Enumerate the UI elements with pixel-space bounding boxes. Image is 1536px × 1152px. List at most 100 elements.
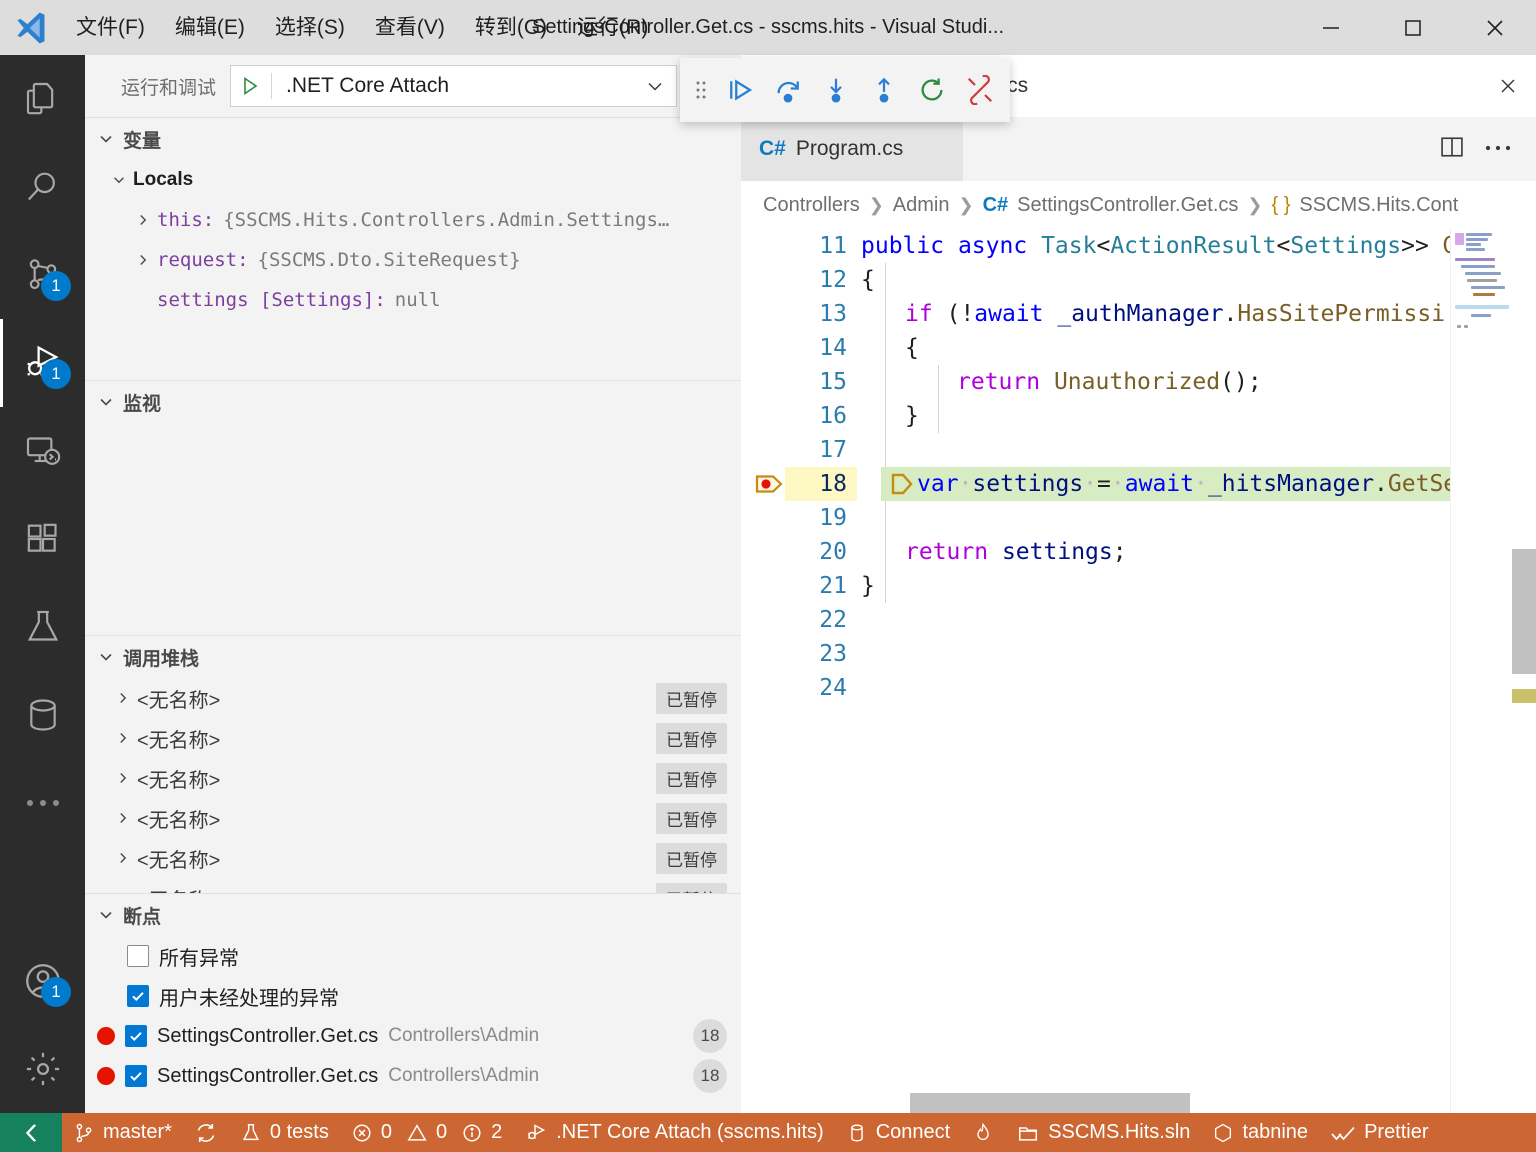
code-line[interactable]: 19 — [741, 501, 1536, 535]
breadcrumb-item-admin[interactable]: Admin — [893, 194, 950, 217]
variable-row-request[interactable]: request: {SSCMS.Dto.SiteRequest} — [85, 240, 741, 280]
statusbar-solution[interactable]: SSCMS.Hits.sln — [1005, 1113, 1201, 1152]
chevron-right-icon[interactable] — [109, 850, 137, 866]
start-debug-icon[interactable] — [237, 75, 263, 97]
variables-scope-locals[interactable]: Locals — [85, 160, 741, 200]
drag-handle-icon[interactable] — [688, 77, 714, 103]
code-line[interactable]: 12 { — [741, 263, 1536, 297]
menu-run[interactable]: 运行(R) — [563, 11, 662, 44]
editor-tabs-secondary[interactable]: C# Program.cs — [741, 117, 1536, 181]
callstack-row[interactable]: <无名称> 已暂停 — [85, 838, 741, 878]
status-bar[interactable]: master* 0 tests 0 0 2 — [0, 1113, 1536, 1152]
callstack-row[interactable]: <无名称> 已暂停 — [85, 718, 741, 758]
statusbar-tests[interactable]: 0 tests — [229, 1113, 340, 1152]
watch-list[interactable] — [85, 423, 741, 635]
activitybar-extensions[interactable] — [0, 495, 85, 583]
editor-tab-actions[interactable] — [1438, 117, 1526, 181]
chevron-right-icon[interactable] — [109, 810, 137, 826]
activitybar-search[interactable] — [0, 143, 85, 231]
chevron-right-icon[interactable] — [129, 252, 157, 268]
activitybar-manage-gear[interactable] — [0, 1025, 85, 1113]
activitybar-account[interactable]: 1 — [0, 937, 85, 1025]
callstack-row[interactable]: <无名称> 已暂停 — [85, 878, 741, 893]
breadcrumb-item-namespace[interactable]: SSCMS.Hits.Cont — [1299, 194, 1458, 217]
activitybar-explorer[interactable] — [0, 55, 85, 143]
menu-file[interactable]: 文件(F) — [62, 11, 159, 44]
menu-go[interactable]: 转到(G) — [461, 11, 561, 44]
statusbar-debug-session[interactable]: .NET Core Attach (sscms.hits) — [513, 1113, 834, 1152]
chevron-right-icon[interactable] — [109, 890, 137, 893]
step-over-button[interactable] — [766, 66, 810, 114]
close-button[interactable] — [1454, 0, 1536, 55]
activitybar-more-actions[interactable] — [0, 759, 85, 847]
more-actions-icon[interactable] — [1484, 140, 1512, 158]
activitybar-source-control[interactable]: 1 — [0, 231, 85, 319]
chevron-right-icon[interactable] — [109, 690, 137, 706]
chevron-right-icon[interactable] — [129, 212, 157, 228]
statusbar-tabnine[interactable]: tabnine — [1201, 1113, 1319, 1152]
code-line[interactable]: 17 — [741, 433, 1536, 467]
menu-edit[interactable]: 编辑(E) — [161, 11, 259, 44]
tab-close-icon[interactable] — [1470, 74, 1520, 98]
activitybar-testing[interactable] — [0, 583, 85, 671]
chevron-down-icon[interactable] — [640, 75, 670, 97]
statusbar-connect[interactable]: Connect — [835, 1113, 962, 1152]
breadcrumb[interactable]: Controllers ❯ Admin ❯ C# SettingsControl… — [741, 181, 1536, 229]
step-into-button[interactable] — [814, 66, 858, 114]
debug-toolbar[interactable] — [680, 58, 1010, 122]
code-editor[interactable]: 11 public async Task<ActionResult<Settin… — [741, 229, 1536, 1113]
code-line[interactable]: 13 if (!await _authManager.HasSitePermis… — [741, 297, 1536, 331]
variables-tree[interactable]: Locals this: {SSCMS.Hits.Controllers.Adm… — [85, 160, 741, 380]
launch-config-select[interactable]: .NET Core Attach — [230, 65, 677, 107]
breakpoint-row-user-unhandled[interactable]: 用户未经处理的异常 — [85, 976, 741, 1016]
breakpoint-checkbox[interactable] — [125, 1025, 147, 1047]
breadcrumb-item-file[interactable]: SettingsController.Get.cs — [1017, 194, 1238, 217]
code-line[interactable]: 16 } — [741, 399, 1536, 433]
code-line[interactable]: 24 — [741, 671, 1536, 705]
breakpoint-checkbox[interactable] — [127, 985, 149, 1007]
maximize-button[interactable] — [1372, 0, 1454, 55]
breakpoints-list[interactable]: 所有异常 用户未经处理的异常 SettingsController.Get.cs… — [85, 936, 741, 1113]
breakpoints-pane-header[interactable]: 断点 — [85, 894, 741, 936]
minimap[interactable] — [1450, 229, 1512, 1113]
callstack-list[interactable]: <无名称> 已暂停 <无名称> 已暂停 <无名称> 已暂停 <无名称> 已暂停 — [85, 678, 741, 893]
variable-row-settings[interactable]: settings [Settings]: null — [85, 280, 741, 320]
menu-bar[interactable]: 文件(F) 编辑(E) 选择(S) 查看(V) 转到(G) 运行(R) — [62, 11, 662, 44]
activitybar-run-and-debug[interactable]: 1 — [0, 319, 85, 407]
code-line[interactable]: 20 return settings; — [741, 535, 1536, 569]
callstack-row[interactable]: <无名称> 已暂停 — [85, 798, 741, 838]
statusbar-flame[interactable] — [961, 1113, 1005, 1152]
continue-button[interactable] — [718, 66, 762, 114]
chevron-right-icon[interactable] — [109, 770, 137, 786]
editor-horizontal-scrollbar[interactable] — [910, 1093, 1190, 1113]
activitybar-remote-explorer[interactable] — [0, 407, 85, 495]
breadcrumb-item-controllers[interactable]: Controllers — [763, 194, 860, 217]
chevron-down-icon[interactable] — [105, 172, 133, 188]
variable-row-this[interactable]: this: {SSCMS.Hits.Controllers.Admin.Sett… — [85, 200, 741, 240]
code-line[interactable]: 14 { — [741, 331, 1536, 365]
restart-button[interactable] — [910, 66, 954, 114]
code-line[interactable]: 11 public async Task<ActionResult<Settin… — [741, 229, 1536, 263]
activity-bar[interactable]: 1 1 — [0, 55, 85, 1113]
menu-view[interactable]: 查看(V) — [361, 11, 459, 44]
activitybar-database[interactable] — [0, 671, 85, 759]
code-line-current[interactable]: 18 var·settings·=·await·_hitsManager.Get… — [741, 467, 1536, 501]
statusbar-branch[interactable]: master* — [62, 1113, 183, 1152]
watch-pane-header[interactable]: 监视 — [85, 381, 741, 423]
minimize-button[interactable] — [1290, 0, 1372, 55]
scrollbar-thumb[interactable] — [1512, 549, 1536, 674]
breakpoint-execution-pointer-icon[interactable] — [747, 467, 793, 501]
callstack-pane-header[interactable]: 调用堆栈 — [85, 636, 741, 678]
statusbar-prettier[interactable]: Prettier — [1319, 1113, 1439, 1152]
statusbar-sync[interactable] — [183, 1113, 229, 1152]
code-line[interactable]: 22 — [741, 603, 1536, 637]
callstack-row[interactable]: <无名称> 已暂停 — [85, 758, 741, 798]
code-line[interactable]: 15 return Unauthorized(); — [741, 365, 1536, 399]
window-controls[interactable] — [1290, 0, 1536, 55]
code-line[interactable]: 21 } — [741, 569, 1536, 603]
breakpoint-checkbox[interactable] — [127, 945, 149, 967]
menu-selection[interactable]: 选择(S) — [261, 11, 359, 44]
disconnect-button[interactable] — [958, 66, 1002, 114]
statusbar-problems[interactable]: 0 0 2 — [340, 1113, 513, 1152]
step-out-button[interactable] — [862, 66, 906, 114]
